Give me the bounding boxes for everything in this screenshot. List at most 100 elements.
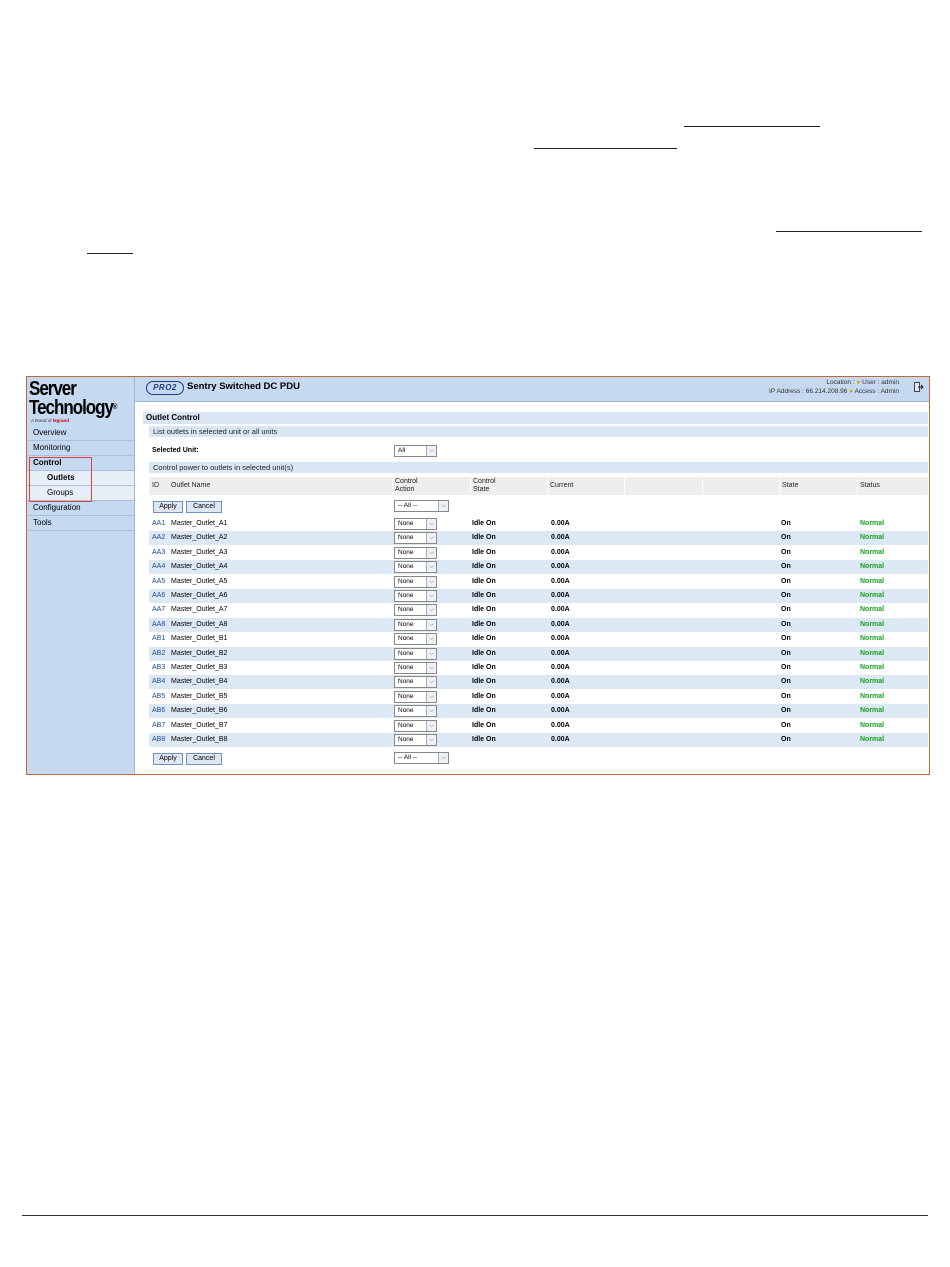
outlet-id-link[interactable]: AB5: [152, 690, 165, 704]
outlet-state: On: [781, 520, 791, 527]
table-row: AA8 Master_Outlet_A8 None ⌵ Idle On 0.00A…: [149, 617, 928, 632]
status-badge: Normal: [860, 635, 885, 643]
apply-button-bottom[interactable]: Apply: [153, 753, 183, 765]
outlet-state: On: [781, 577, 791, 585]
control-action-select[interactable]: None ⌵: [394, 734, 437, 746]
outlet-id-link[interactable]: AB6: [152, 704, 165, 718]
outlet-current: 0.00A: [551, 563, 570, 571]
control-action-select[interactable]: None ⌵: [394, 518, 437, 530]
control-state: Idle On: [472, 577, 496, 585]
underline-mark: [776, 231, 922, 232]
chevron-down-icon: ⌵: [426, 735, 436, 745]
control-state: Idle On: [472, 692, 496, 700]
outlet-id-link[interactable]: AA3: [152, 546, 165, 560]
control-action-select[interactable]: None ⌵: [394, 690, 437, 703]
outlet-name: Master_Outlet_A7: [171, 606, 228, 614]
header-ip-access: IP Address : 66.214.208.96 ● Access : Ad…: [769, 388, 899, 395]
control-action-select[interactable]: None ⌵: [394, 647, 437, 660]
control-action-select[interactable]: None ⌵: [394, 546, 437, 559]
outlet-name: Master_Outlet_A3: [171, 548, 228, 556]
outlet-state: On: [781, 563, 791, 571]
outlet-state: On: [781, 606, 791, 614]
cancel-button[interactable]: Cancel: [186, 501, 222, 513]
table-row: AA5 Master_Outlet_A5 None ⌵ Idle On 0.00A…: [149, 574, 928, 589]
control-action-select[interactable]: None ⌵: [394, 662, 437, 674]
outlet-state: On: [781, 664, 791, 671]
chevron-down-icon: ⌵: [426, 619, 436, 630]
status-badge: Normal: [860, 678, 885, 686]
table-row: AB1 Master_Outlet_B1 None ⌵ Idle On 0.00A…: [149, 632, 928, 647]
table-row: AB4 Master_Outlet_B4 None ⌵ Idle On 0.00A…: [149, 675, 928, 690]
outlet-id-link[interactable]: AA4: [152, 560, 165, 574]
chevron-down-icon: ⌵: [426, 446, 436, 456]
outlet-current: 0.00A: [551, 736, 570, 743]
status-badge: Normal: [860, 707, 885, 715]
sidebar-item-overview[interactable]: Overview: [27, 426, 134, 441]
chevron-down-icon: ⌵: [426, 547, 436, 558]
outlet-id-link[interactable]: AB2: [152, 647, 165, 661]
header-bar: PRO2 Sentry Switched DC PDU Location : ●…: [135, 377, 929, 402]
control-action-select[interactable]: None ⌵: [394, 590, 437, 602]
control-state: Idle On: [472, 520, 496, 527]
outlet-id-link[interactable]: AA6: [152, 589, 165, 603]
control-state: Idle On: [472, 592, 496, 599]
outlet-id-link[interactable]: AA1: [152, 517, 165, 531]
logout-icon[interactable]: [914, 382, 924, 392]
page-title: Outlet Control: [143, 412, 928, 424]
control-action-select[interactable]: None ⌵: [394, 575, 437, 588]
outlet-id-link[interactable]: AB4: [152, 675, 165, 689]
sidebar-item-tools[interactable]: Tools: [27, 516, 134, 531]
table-row: AB8 Master_Outlet_B8 None ⌵ Idle On 0.00A…: [149, 733, 928, 747]
sidebar-item-monitoring[interactable]: Monitoring: [27, 441, 134, 456]
apply-button[interactable]: Apply: [153, 501, 183, 513]
table-row: AA2 Master_Outlet_A2 None ⌵ Idle On 0.00A…: [149, 531, 928, 546]
outlet-current: 0.00A: [551, 520, 570, 527]
product-title: Sentry Switched DC PDU: [187, 381, 300, 392]
control-action-select[interactable]: None ⌵: [394, 705, 437, 718]
status-badge: Normal: [860, 548, 885, 556]
chevron-down-icon: ⌵: [426, 591, 436, 601]
sidebar-item-configuration[interactable]: Configuration: [27, 501, 134, 516]
table-row: AA4 Master_Outlet_A4 None ⌵ Idle On 0.00A…: [149, 560, 928, 575]
control-action-select[interactable]: None ⌵: [394, 719, 437, 732]
table-header: ID Outlet Name Control Action Control Stat…: [149, 477, 928, 495]
all-action-select[interactable]: -- All -- ⌵: [394, 500, 449, 512]
control-action-select[interactable]: None ⌵: [394, 532, 437, 545]
outlet-name: Master_Outlet_A6: [171, 592, 228, 599]
chevron-down-icon: ⌵: [426, 706, 436, 717]
control-action-select[interactable]: None ⌵: [394, 618, 437, 631]
outlet-current: 0.00A: [551, 620, 570, 628]
control-action-select[interactable]: None ⌵: [394, 604, 437, 617]
control-action-select[interactable]: None ⌵: [394, 676, 437, 689]
cancel-button-bottom[interactable]: Cancel: [186, 753, 222, 765]
outlet-current: 0.00A: [551, 707, 570, 715]
col-divider: [702, 477, 703, 495]
outlet-id-link[interactable]: AA8: [152, 618, 165, 632]
selected-unit-select[interactable]: All ⌵: [394, 445, 437, 457]
outlet-name: Master_Outlet_A2: [171, 534, 228, 542]
chevron-down-icon: ⌵: [426, 519, 436, 529]
outlet-current: 0.00A: [551, 692, 570, 700]
status-badge: Normal: [860, 606, 885, 614]
outlet-state: On: [781, 707, 791, 715]
outlet-id-link[interactable]: AB3: [152, 661, 165, 675]
status-badge: Normal: [860, 692, 885, 700]
outlet-state: On: [781, 534, 791, 542]
control-action-select[interactable]: None ⌵: [394, 561, 437, 574]
outlet-id-link[interactable]: AA7: [152, 603, 165, 617]
table-row: AB6 Master_Outlet_B6 None ⌵ Idle On 0.00A…: [149, 704, 928, 719]
all-action-select-bottom[interactable]: -- All -- ⌵: [394, 752, 449, 764]
chevron-down-icon: ⌵: [438, 501, 448, 511]
outlet-id-link[interactable]: AA2: [152, 531, 165, 545]
outlet-id-link[interactable]: AB1: [152, 632, 165, 646]
underline-mark: [87, 253, 133, 254]
col-id: ID: [152, 482, 159, 489]
outlet-id-link[interactable]: AB7: [152, 719, 165, 733]
outlet-id-link[interactable]: AB8: [152, 733, 165, 747]
outlet-id-link[interactable]: AA5: [152, 575, 165, 589]
control-action-select[interactable]: None ⌵: [394, 633, 437, 646]
outlet-current: 0.00A: [551, 664, 570, 671]
highlight-box: [29, 457, 92, 502]
page-footer-rule: [22, 1215, 928, 1216]
chevron-down-icon: ⌵: [426, 634, 436, 645]
